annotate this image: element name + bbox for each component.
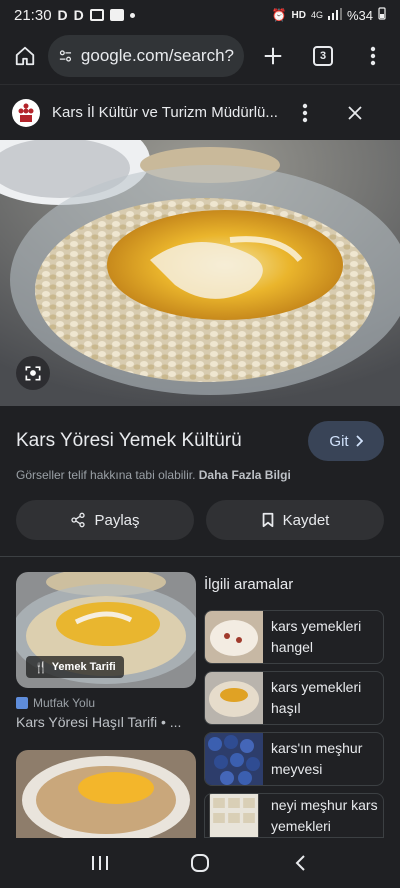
tab-count: 3	[313, 46, 333, 66]
save-button[interactable]: Kaydet	[206, 500, 384, 540]
related-thumb	[205, 672, 263, 724]
more-vert-icon	[302, 103, 308, 122]
check-icon	[109, 9, 124, 21]
recent-apps-icon	[92, 856, 108, 870]
tab-switcher-button[interactable]: 3	[308, 41, 338, 71]
food-photo	[0, 140, 400, 406]
copyright-notice: Görseller telif hakkına tabi olabilir. D…	[16, 468, 291, 482]
fork-knife-icon: 🍴	[34, 661, 48, 674]
related-search-item[interactable]: kars yemekleri hangel	[204, 610, 384, 664]
result-title-row: Kars Yöresi Yemek Kültürü Git	[16, 420, 384, 462]
related-thumb	[205, 733, 263, 785]
copyright-text: Görseller telif hakkına tabi olabilir.	[16, 468, 196, 482]
hero-food-image[interactable]	[0, 140, 400, 406]
hd-icon: HD	[291, 9, 306, 21]
more-info-link[interactable]: Daha Fazla Bilgi	[199, 468, 291, 482]
related-line1: kars yemekleri	[271, 679, 362, 695]
source-title[interactable]: Kars İl Kültür ve Turizm Müdürlü...	[52, 104, 284, 121]
bookmark-icon	[262, 512, 273, 528]
signal-icon	[327, 7, 342, 23]
close-icon	[348, 105, 362, 120]
plus-icon	[264, 47, 282, 65]
d-app-icon: D	[73, 7, 84, 23]
recipe-card-image-2[interactable]	[16, 750, 196, 838]
recipe-badge: 🍴 Yemek Tarifi	[26, 656, 124, 678]
home-icon	[15, 46, 35, 66]
d-app-icon: D	[57, 7, 68, 23]
recipe-photo-2	[16, 750, 196, 838]
related-thumb	[205, 611, 263, 663]
url-text: google.com/search?	[80, 46, 234, 65]
lens-search-button[interactable]	[16, 356, 50, 390]
back-icon	[295, 855, 305, 871]
site-settings-icon[interactable]	[58, 47, 73, 65]
related-line2: yemekleri	[271, 817, 331, 834]
status-time: 21:30	[14, 6, 52, 24]
system-nav-bar	[0, 838, 400, 888]
divider	[0, 556, 400, 557]
related-search-item[interactable]: neyi meşhur kars yemekleri	[204, 793, 384, 838]
related-line2: haşıl	[271, 700, 301, 716]
related-searches-heading: İlgili aramalar	[204, 576, 294, 593]
source-logo-icon	[16, 697, 28, 709]
share-icon	[71, 512, 86, 528]
visit-label: Git	[329, 432, 349, 450]
related-line1: kars'ın meşhur	[271, 740, 363, 756]
home-circle-icon	[191, 854, 209, 872]
home-button[interactable]	[10, 41, 40, 71]
share-button[interactable]: Paylaş	[16, 500, 194, 540]
save-label: Kaydet	[282, 511, 330, 529]
visit-button[interactable]: Git	[308, 421, 384, 461]
lens-icon	[25, 366, 41, 381]
back-button[interactable]	[285, 848, 315, 878]
media-icon	[89, 9, 104, 21]
chevron-right-icon	[355, 435, 363, 447]
related-search-item[interactable]: kars'ın meşhur meyvesi	[204, 732, 384, 786]
recent-apps-button[interactable]	[85, 848, 115, 878]
source-menu-button[interactable]	[290, 98, 320, 128]
related-search-item[interactable]: kars yemekleri haşıl	[204, 671, 384, 725]
more-vert-icon	[370, 46, 376, 66]
card-source: Mutfak Yolu	[16, 696, 95, 710]
browser-menu-button[interactable]	[358, 41, 388, 71]
related-line1: neyi meşhur kars	[271, 796, 378, 813]
related-line2: hangel	[271, 639, 314, 655]
related-line2: meyvesi	[271, 761, 323, 777]
action-row: Paylaş Kaydet	[16, 500, 384, 540]
browser-toolbar: google.com/search? 3	[0, 30, 400, 82]
related-thumb	[209, 794, 259, 837]
share-label: Paylaş	[94, 511, 140, 529]
card-title[interactable]: Kars Yöresi Haşıl Tarifi • ...	[16, 714, 196, 730]
site-favicon-icon	[12, 98, 40, 127]
battery-level: %34	[346, 7, 373, 23]
source-header: Kars İl Kültür ve Turizm Müdürlü...	[0, 84, 400, 140]
related-line1: kars yemekleri	[271, 618, 362, 634]
battery-icon	[378, 7, 386, 23]
address-bar[interactable]: google.com/search?	[48, 35, 244, 77]
dot-icon	[129, 12, 135, 18]
new-tab-button[interactable]	[258, 41, 288, 71]
card-source-name: Mutfak Yolu	[33, 696, 96, 710]
alarm-icon: ⏰	[271, 8, 287, 22]
status-bar: 21:30 D D ⏰ HD 4G %34	[0, 0, 400, 30]
recipe-badge-label: Yemek Tarifi	[51, 661, 116, 673]
page-title[interactable]: Kars Yöresi Yemek Kültürü	[16, 430, 308, 452]
recipe-card-image[interactable]: 🍴 Yemek Tarifi	[16, 572, 196, 688]
close-button[interactable]	[340, 98, 370, 128]
network-type: 4G	[310, 10, 323, 20]
home-nav-button[interactable]	[185, 848, 215, 878]
